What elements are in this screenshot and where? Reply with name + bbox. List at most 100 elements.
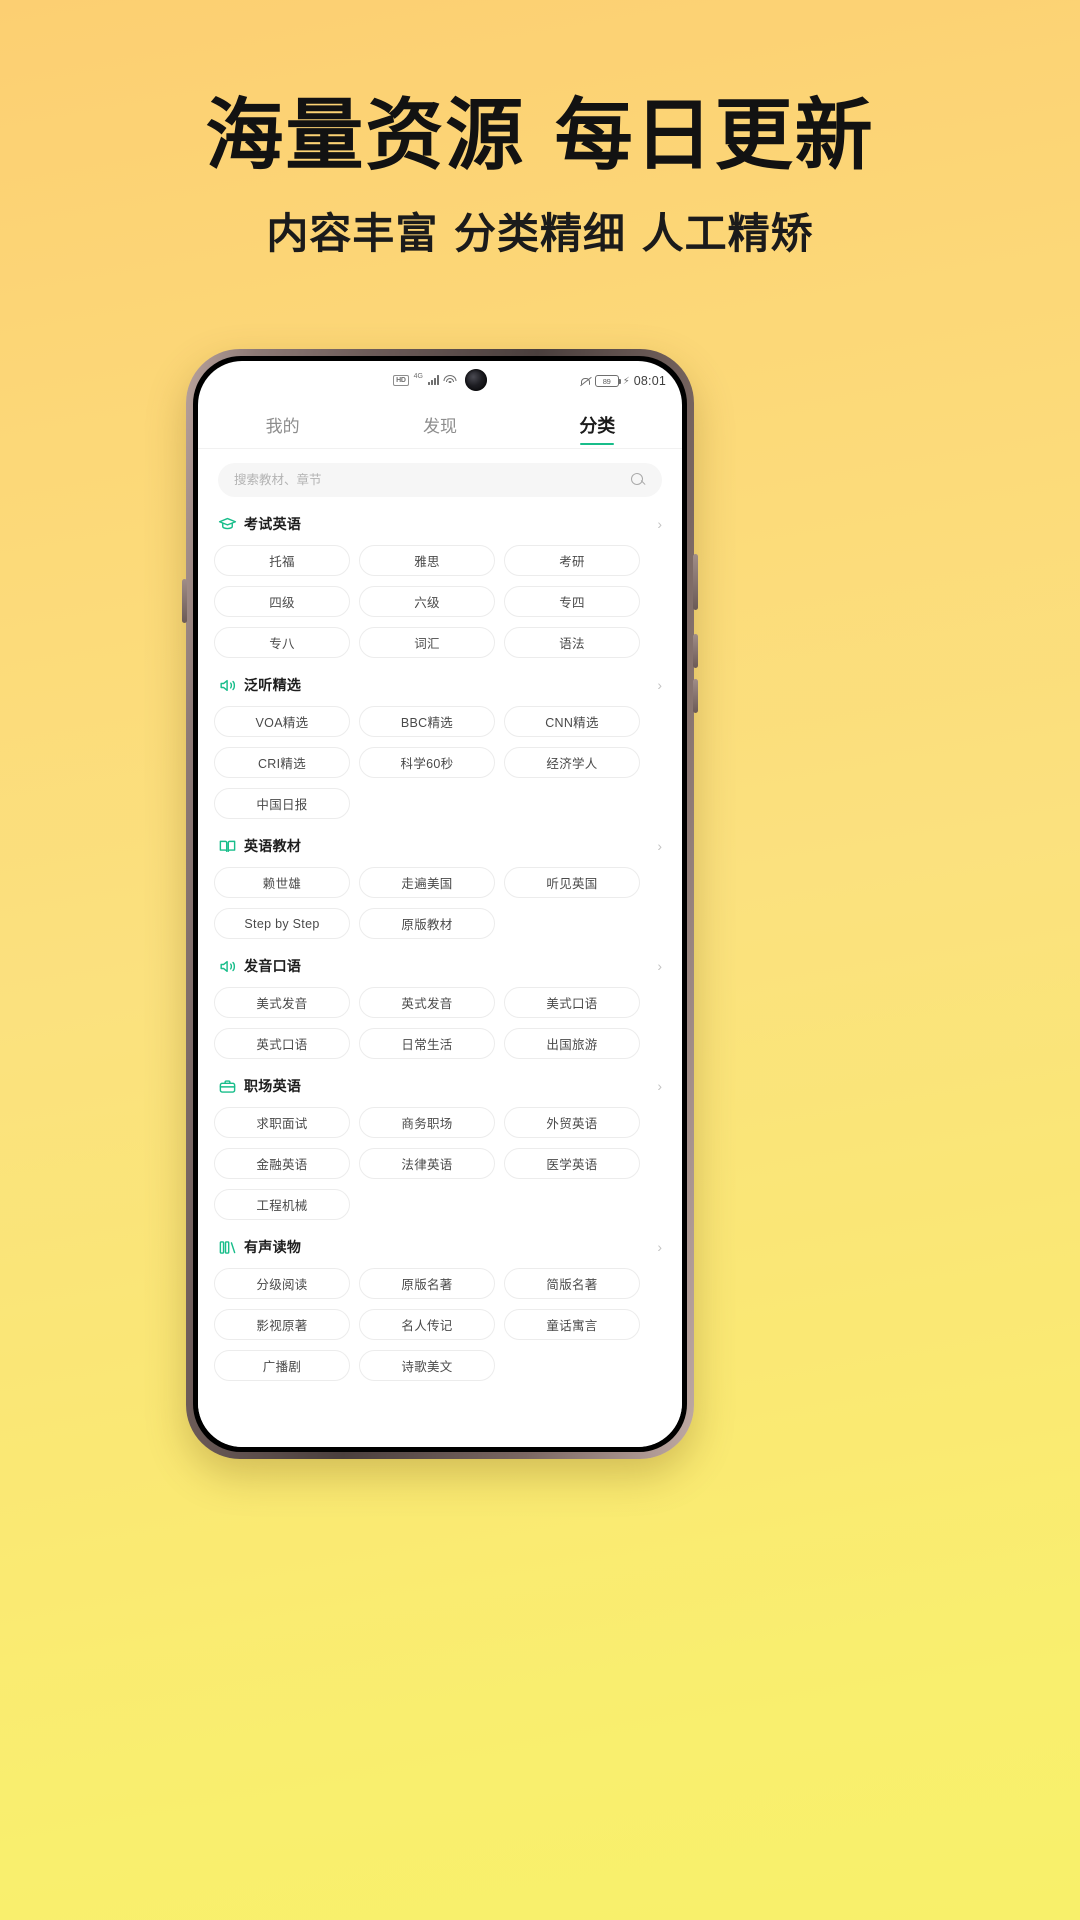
category-section: 有声读物 › 分级阅读 原版名著 简版名著影视原著 名人传记 童话寓言广播剧 诗歌美文 (214, 1237, 666, 1381)
tab-category[interactable]: 分类 (519, 401, 676, 448)
category-chip[interactable]: 出国旅游 (504, 1028, 640, 1059)
section-title: 泛听精选 (244, 677, 302, 693)
category-chip[interactable]: 赖世雄 (214, 867, 350, 898)
category-chip[interactable]: 美式发音 (214, 987, 350, 1018)
category-chip[interactable]: 科学60秒 (359, 747, 495, 778)
category-chip[interactable]: 专八 (214, 627, 350, 658)
category-chip[interactable]: 中国日报 (214, 788, 350, 819)
category-content[interactable]: 考试英语 › 托福雅思考研四级六级专四专八词汇语法泛听精选 › VOA精选 BBC精选 CN… (198, 449, 682, 1447)
tab-mine[interactable]: 我的 (204, 401, 361, 448)
chevron-right-icon[interactable]: › (657, 1240, 662, 1254)
section-title: 考试英语 (244, 516, 302, 532)
category-chip[interactable]: CNN精选 (504, 706, 640, 737)
chevron-right-icon[interactable]: › (657, 1079, 662, 1093)
chevron-right-icon[interactable]: › (657, 517, 662, 531)
promo-title: 海量资源 每日更新 (205, 91, 875, 181)
category-chip[interactable]: 美式口语 (504, 987, 640, 1018)
category-chip[interactable]: 走遍美国 (359, 867, 495, 898)
category-section: 考试英语 › 托福 雅思 考研四级 六级 专四专八 词汇 语法 (214, 514, 666, 658)
category-chip[interactable]: 词汇 (359, 627, 495, 658)
phone-power-button (693, 554, 698, 610)
tab-discover-label: 发现 (422, 417, 457, 436)
top-tab-bar: 我的 发现 分类 (198, 401, 682, 449)
audio-book-icon (218, 1238, 237, 1257)
tab-category-label: 分类 (579, 415, 616, 436)
category-chip[interactable]: 经济学人 (504, 747, 640, 778)
category-chip[interactable]: 四级 (214, 586, 350, 617)
category-chip[interactable]: 影视原著 (214, 1309, 350, 1340)
category-chip[interactable]: 六级 (359, 586, 495, 617)
promo-subtitle: 内容丰富 分类精细 人工精矫 (266, 208, 814, 258)
battery-icon: 89 (594, 375, 621, 387)
section-header-5[interactable]: 有声读物 › (218, 1237, 662, 1257)
tab-discover[interactable]: 发现 (361, 401, 518, 448)
category-chip[interactable]: 医学英语 (504, 1148, 640, 1179)
phone-bezel: HD 4G 89 ⚡ 08:01 我的 发现 分类 搜索教材、章节 考试英语 ›… (193, 356, 687, 1452)
category-chip[interactable]: 法律英语 (359, 1148, 495, 1179)
category-section: 职场英语 › 求职面试 商务职场 外贸英语金融英语 法律英语 医学英语工程机械 (214, 1076, 666, 1220)
category-section: 发音口语 › 美式发音 英式发音 美式口语英式口语 日常生活 出国旅游 (214, 956, 666, 1059)
category-chip[interactable]: 商务职场 (359, 1107, 495, 1138)
chevron-right-icon[interactable]: › (657, 678, 662, 692)
briefcase-icon (218, 1077, 237, 1096)
chip-group: 求职面试 商务职场 外贸英语金融英语 法律英语 医学英语工程机械 (214, 1107, 666, 1220)
section-title: 发音口语 (244, 958, 302, 974)
search-icon[interactable] (631, 472, 646, 488)
speaker-icon (218, 676, 237, 695)
status-bar: HD 4G 89 ⚡ 08:01 (198, 361, 682, 401)
phone-screen: HD 4G 89 ⚡ 08:01 我的 发现 分类 搜索教材、章节 考试英语 ›… (198, 361, 682, 1447)
category-chip[interactable]: 分级阅读 (214, 1268, 350, 1299)
section-title: 职场英语 (244, 1078, 302, 1094)
chevron-right-icon[interactable]: › (657, 959, 662, 973)
speaker-icon (218, 957, 237, 976)
category-chip[interactable]: 童话寓言 (504, 1309, 640, 1340)
category-chip[interactable]: 雅思 (359, 545, 495, 576)
front-camera-icon (464, 369, 487, 391)
category-chip[interactable]: BBC精选 (359, 706, 495, 737)
category-chip[interactable]: 广播剧 (214, 1350, 350, 1381)
tab-mine-label: 我的 (265, 417, 300, 436)
section-title: 有声读物 (244, 1239, 302, 1255)
category-chip[interactable]: 日常生活 (359, 1028, 495, 1059)
category-chip[interactable]: 专四 (504, 586, 640, 617)
network-type-label: 4G (413, 372, 423, 380)
category-chip[interactable]: 工程机械 (214, 1189, 350, 1220)
category-chip[interactable]: 英式口语 (214, 1028, 350, 1059)
category-chip[interactable]: 求职面试 (214, 1107, 350, 1138)
section-header-3[interactable]: 发音口语 › (218, 956, 662, 976)
category-chip[interactable]: 语法 (504, 627, 640, 658)
category-chip[interactable]: 托福 (214, 545, 350, 576)
category-chip[interactable]: 原版教材 (359, 908, 495, 939)
search-input[interactable] (234, 473, 631, 487)
chevron-right-icon[interactable]: › (657, 839, 662, 853)
open-book-icon (218, 837, 237, 856)
category-chip[interactable]: 诗歌美文 (359, 1350, 495, 1381)
category-chip[interactable]: 英式发音 (359, 987, 495, 1018)
category-chip[interactable]: 简版名著 (504, 1268, 640, 1299)
category-chip[interactable]: 金融英语 (214, 1148, 350, 1179)
category-section: 泛听精选 › VOA精选 BBC精选 CNN精选 CRI精选 科学60秒 经济学人中国日报 (214, 675, 666, 819)
category-chip[interactable]: 听见英国 (504, 867, 640, 898)
graduation-cap-icon (218, 515, 237, 534)
section-header-1[interactable]: 泛听精选 › (218, 675, 662, 695)
category-chip[interactable]: 外贸英语 (504, 1107, 640, 1138)
category-scroll-area[interactable]: 考试英语 › 托福雅思考研四级六级专四专八词汇语法泛听精选 › VOA精选 BBC精选 CN… (214, 463, 666, 1447)
category-chip[interactable]: 原版名著 (359, 1268, 495, 1299)
category-chip[interactable]: CRI精选 (214, 747, 350, 778)
section-header-0[interactable]: 考试英语 › (218, 514, 662, 534)
phone-volume-down-button (693, 679, 698, 713)
category-chip[interactable]: Step by Step (214, 908, 350, 939)
category-chip[interactable]: 名人传记 (359, 1309, 495, 1340)
wifi-icon (443, 375, 457, 385)
category-chip[interactable]: VOA精选 (214, 706, 350, 737)
section-list: 考试英语 › 托福 雅思 考研四级 六级 专四专八 词汇 语法泛听精选 › VOA精选 BBC精选 CN… (214, 514, 666, 1381)
search-bar[interactable] (218, 463, 662, 497)
mute-icon (580, 376, 591, 387)
battery-percent-label: 89 (602, 376, 611, 386)
chip-group: 赖世雄 走遍美国 听见英国 Step by Step 原版教材 (214, 867, 666, 939)
category-chip[interactable]: 考研 (504, 545, 640, 576)
section-header-4[interactable]: 职场英语 › (218, 1076, 662, 1096)
promo-banner: 海量资源 每日更新 内容丰富 分类精细 人工精矫 (0, 0, 1080, 261)
section-header-2[interactable]: 英语教材 › (218, 836, 662, 856)
category-section: 英语教材 › 赖世雄 走遍美国 听见英国 Step by Step 原版教材 (214, 836, 666, 939)
